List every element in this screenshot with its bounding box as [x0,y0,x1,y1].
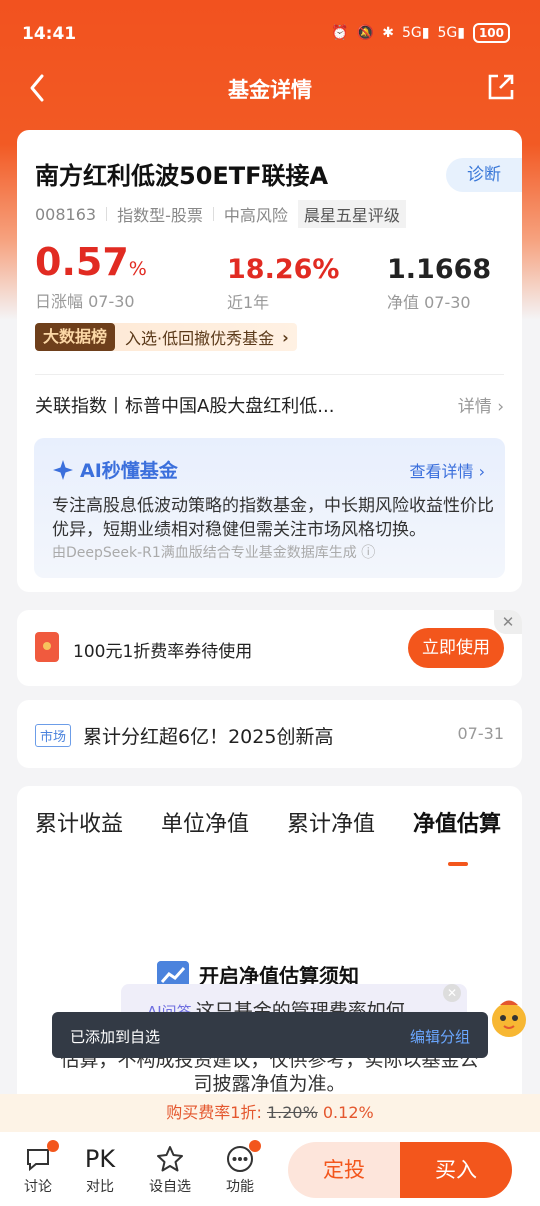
toast-message: 已添加到自选 [70,1028,161,1046]
coupon-card: ✕ 100元1折费率券待使用 立即使用 [17,610,522,686]
chevron-right-icon: › [478,462,485,481]
alarm-icon: ⏰ [331,25,349,41]
status-bar: 14:41 ⏰ 🔕 ✱ 5G▮ 5G▮ 100 [0,0,540,64]
daily-change-metric: 0.57% 日涨幅 07-30 [35,240,147,312]
big-data-badge: 大数据榜 [35,323,116,351]
notification-dot [249,1140,261,1152]
share-icon[interactable] [486,72,516,102]
use-coupon-button[interactable]: 立即使用 [408,628,504,668]
chevron-right-icon: › [282,327,289,347]
fund-name: 南方红利低波50ETF联接A [35,162,329,190]
compare-button[interactable]: PK 对比 [75,1142,125,1196]
fund-type: 指数型-股票 [117,206,203,225]
nav-metric: 1.1668 净值 07-30 [387,254,491,313]
discuss-button[interactable]: 讨论 [13,1140,63,1196]
auto-invest-button[interactable]: 定投 [288,1142,400,1198]
banner-text: 入选·低回撤优秀基金 [125,329,275,348]
more-functions-button[interactable]: 功能 [215,1140,265,1196]
fund-code: 008163 [35,204,97,224]
related-index-text: 关联指数丨标普中国A股大盘红利低... [35,396,335,417]
big-data-banner[interactable]: 大数据榜 入选·低回撤优秀基金 › [35,323,297,351]
fee-old: 1.20% [266,1103,318,1122]
page-title: 基金详情 [228,78,312,102]
fee-label: 购买费率1折: [166,1103,262,1122]
fund-rating: 晨星五星评级 [297,200,406,228]
daily-change-unit: % [128,258,147,280]
divider [212,207,214,221]
fee-new: 0.12% [322,1103,374,1122]
ai-more-link[interactable]: 查看详情 › [409,458,485,482]
status-icons: ⏰ 🔕 ✱ 5G▮ 5G▮ 100 [331,23,510,43]
bottom-bar: 讨论 PK 对比 设自选 功能 定投 买入 [0,1132,540,1206]
bluetooth-icon: ✱ [382,25,394,41]
sparkle-icon [53,459,73,480]
diagnose-button[interactable]: 诊断 [446,158,522,192]
tab-cumulative-nav[interactable]: 累计净值 [287,806,375,838]
news-title: 累计分红超6亿！2025创新高 [83,726,334,748]
ai-source-text: 由DeepSeek-R1满血版结合专业基金数据库生成 ⓘ [52,545,376,561]
year-return-metric: 18.26% 近1年 [227,254,339,313]
mute-icon: 🔕 [356,25,375,41]
news-card[interactable]: 市场 累计分红超6亿！2025创新高 07-31 [17,700,522,768]
signal-icon-2: 5G▮ [437,25,465,41]
tab-nav-estimate[interactable]: 净值估算 [413,806,501,838]
year-return-label: 近1年 [227,293,270,312]
edit-group-link[interactable]: 编辑分组 [410,1026,470,1047]
fund-risk: 中高风险 [223,206,288,225]
tab-bar: 累计收益 单位净值 累计净值 净值估算 [17,806,522,866]
close-icon[interactable]: ✕ [494,610,522,634]
pk-icon: PK [84,1145,116,1173]
tab-cumulative-return[interactable]: 累计收益 [35,806,123,838]
notification-dot [47,1140,59,1152]
ai-summary-box: AI秒懂基金 查看详情 › 专注高股息低波动策略的指数基金，中长期风险收益性价比… [34,438,505,578]
divider [106,207,108,221]
year-return-value: 18.26% [227,254,340,285]
star-icon [157,1146,183,1172]
mascot-icon[interactable] [486,996,532,1040]
fund-card: 南方红利低波50ETF联接A 诊断 008163 指数型-股票 中高风险 晨星五… [17,130,522,592]
active-tab-indicator [448,862,468,866]
add-watchlist-button[interactable]: 设自选 [145,1142,195,1196]
toast: 已添加到自选 编辑分组 [52,1012,488,1058]
chevron-right-icon: › [497,397,504,417]
daily-change-value: 0.57 [35,240,129,284]
ai-summary-text: 专注高股息低波动策略的指数基金，中长期风险收益性价比优异，短期业绩相对稳健但需关… [52,496,494,540]
coupon-text: 100元1折费率券待使用 [73,642,253,662]
fund-tags: 008163 指数型-股票 中高风险 晨星五星评级 [35,200,406,228]
nav-bar: 基金详情 [0,64,540,112]
tab-unit-nav[interactable]: 单位净值 [161,806,249,838]
related-index-row[interactable]: 关联指数丨标普中国A股大盘红利低... 详情 › [35,392,504,418]
info-icon[interactable]: ⓘ [361,545,375,561]
buy-button[interactable]: 买入 [400,1142,512,1198]
status-time: 14:41 [22,24,77,44]
news-date: 07-31 [457,724,505,743]
red-packet-icon [35,632,59,662]
news-tag: 市场 [35,724,72,747]
daily-change-label: 日涨幅 07-30 [35,292,135,311]
divider [35,374,504,375]
close-icon[interactable]: ✕ [443,984,461,1002]
related-more-link[interactable]: 详情 › [458,392,504,417]
fee-bar: 购买费率1折: 1.20% 0.12% [0,1094,540,1132]
signal-icon-1: 5G▮ [401,25,430,41]
battery-icon: 100 [472,23,510,43]
nav-label: 净值 07-30 [387,293,471,312]
nav-value: 1.1668 [387,254,492,285]
ai-title: AI秒懂基金 [52,456,178,483]
